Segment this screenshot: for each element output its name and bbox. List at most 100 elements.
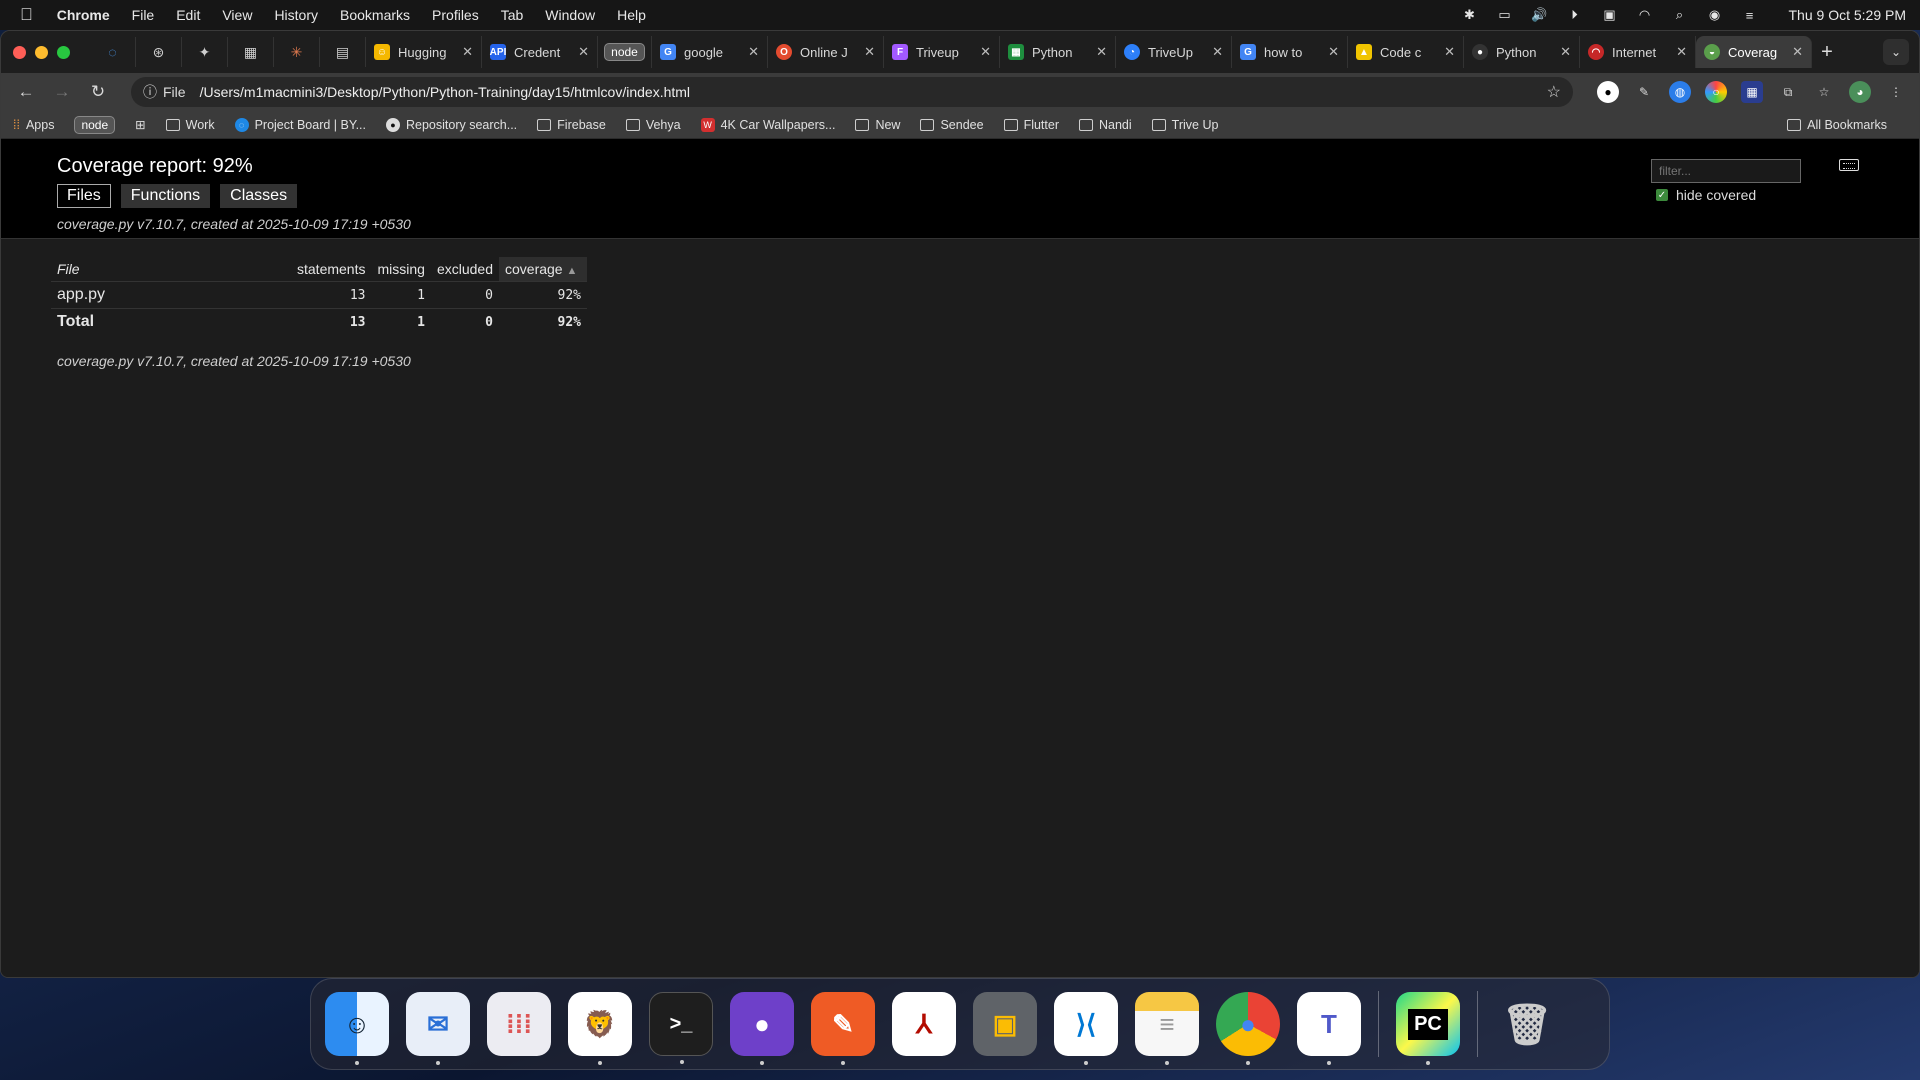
control-center-icon[interactable]: ≡ [1742, 7, 1758, 23]
col-excluded[interactable]: excluded [431, 257, 499, 282]
keyboard-shortcuts-icon[interactable] [1839, 159, 1859, 171]
tab-online-j[interactable]: O Online J ✕ [768, 36, 884, 68]
menu-bookmarks[interactable]: Bookmarks [340, 7, 410, 23]
col-coverage[interactable]: coverage ▲ [499, 257, 587, 282]
dock-thunderbird-icon[interactable]: ✉ [406, 992, 470, 1065]
pinned-tab-app-icon[interactable]: ▦ [228, 37, 274, 67]
bookmark-folder-work[interactable]: Work [165, 118, 215, 132]
pinned-tab-sync-icon[interactable]: ◌ [90, 37, 136, 67]
url-text[interactable]: /Users/m1macmini3/Desktop/Python/Python-… [200, 84, 690, 100]
clock[interactable]: Thu 9 Oct 5:29 PM [1789, 7, 1907, 23]
bookmark-apps[interactable]: ⁞⁞ Apps [13, 118, 54, 132]
tab-functions[interactable]: Functions [120, 184, 211, 208]
bookmark-folder-new[interactable]: New [855, 118, 900, 132]
file-link[interactable]: app.py [51, 281, 291, 309]
pinned-tab-sheets-icon[interactable]: ▤ [320, 37, 366, 67]
close-tab-icon[interactable]: ✕ [864, 44, 875, 60]
dock-meet-icon[interactable]: ▣ [973, 992, 1037, 1056]
filter-input[interactable] [1651, 159, 1801, 183]
col-missing[interactable]: missing [371, 257, 430, 282]
profile-avatar[interactable]: ◕ [1849, 81, 1871, 103]
close-tab-icon[interactable]: ✕ [980, 44, 991, 60]
bookmark-folder-firebase[interactable]: Firebase [537, 118, 606, 132]
tab-python-sheets[interactable]: ▦ Python ✕ [1000, 36, 1116, 68]
address-bar[interactable]: ⓘ File /Users/m1macmini3/Desktop/Python/… [131, 77, 1573, 107]
menu-profiles[interactable]: Profiles [432, 7, 479, 23]
close-tab-icon[interactable]: ✕ [578, 44, 589, 60]
close-tab-icon[interactable]: ✕ [1792, 44, 1803, 60]
tab-triveup[interactable]: ◔ TriveUp ✕ [1116, 36, 1232, 68]
input-source-icon[interactable]: ▭ [1497, 7, 1513, 23]
close-tab-icon[interactable]: ✕ [748, 44, 759, 60]
extension-eyedropper-icon[interactable]: ✎ [1633, 81, 1655, 103]
close-tab-icon[interactable]: ✕ [1328, 44, 1339, 60]
wifi-icon[interactable]: ◠ [1637, 7, 1653, 23]
tab-google[interactable]: G google ✕ [652, 36, 768, 68]
forward-button[interactable]: → [49, 82, 75, 102]
tab-code-c[interactable]: ▲ Code c ✕ [1348, 36, 1464, 68]
tab-node[interactable]: node [598, 36, 652, 68]
menu-file[interactable]: File [132, 7, 155, 23]
apple-menu-icon[interactable]:  [20, 5, 33, 25]
close-tab-icon[interactable]: ✕ [1212, 44, 1223, 60]
close-tab-icon[interactable]: ✕ [1560, 44, 1571, 60]
extension-globe-icon[interactable]: ◍ [1669, 81, 1691, 103]
close-tab-icon[interactable]: ✕ [1676, 44, 1687, 60]
menu-tab[interactable]: Tab [501, 7, 524, 23]
dock-acrobat-icon[interactable]: ⅄ [892, 992, 956, 1056]
all-bookmarks[interactable]: All Bookmarks [1787, 118, 1887, 132]
dock-pycharm-icon[interactable]: PC [1396, 992, 1460, 1065]
bookmark-project-board[interactable]: ◌ Project Board | BY... [234, 117, 366, 132]
hide-covered-toggle[interactable]: ✓ hide covered [1656, 187, 1756, 203]
col-file[interactable]: File [51, 257, 291, 282]
extension-color-icon[interactable]: ○ [1705, 81, 1727, 103]
bookmark-folder-trive-up[interactable]: Trive Up [1151, 118, 1218, 132]
dock-vscode-icon[interactable]: ⟩⟨ [1054, 992, 1118, 1065]
col-statements[interactable]: statements [291, 257, 371, 282]
tab-python-github[interactable]: ● Python ✕ [1464, 36, 1580, 68]
display-icon[interactable]: ▣ [1602, 7, 1618, 23]
tab-triveup-figma[interactable]: F Triveup ✕ [884, 36, 1000, 68]
tab-coverage[interactable]: ◒ Coverag ✕ [1696, 36, 1812, 68]
dock-teams-icon[interactable]: T [1297, 992, 1361, 1065]
dock-github-desktop-icon[interactable]: ● [730, 992, 794, 1065]
menu-history[interactable]: History [274, 7, 318, 23]
minimize-window-button[interactable] [35, 45, 48, 59]
close-tab-icon[interactable]: ✕ [462, 44, 473, 60]
extension-dark-mode-icon[interactable]: ● [1597, 81, 1619, 103]
bookmark-folder-flutter[interactable]: Flutter [1003, 118, 1059, 132]
spotlight-search-icon[interactable]: ⌕ [1672, 7, 1688, 23]
dock-trash-icon[interactable]: 🗑 [1495, 992, 1559, 1056]
tab-credent[interactable]: API Credent ✕ [482, 36, 598, 68]
tab-search-chevron-icon[interactable]: ⌄ [1883, 39, 1909, 65]
menu-view[interactable]: View [222, 7, 252, 23]
site-info[interactable]: ⓘ File [143, 82, 186, 102]
close-tab-icon[interactable]: ✕ [1444, 44, 1455, 60]
bookmark-repository-search[interactable]: ● Repository search... [386, 117, 517, 132]
siri-icon[interactable]: ◉ [1707, 7, 1723, 23]
bookmark-folder-sendee[interactable]: Sendee [920, 118, 984, 132]
menu-edit[interactable]: Edit [176, 7, 200, 23]
pinned-tab-openai-icon[interactable]: ⊛ [136, 37, 182, 67]
menu-app-name[interactable]: Chrome [57, 7, 110, 23]
table-row[interactable]: app.py 13 1 0 92% [51, 281, 587, 309]
dock-launchpad-icon[interactable]: ⁞⁞⁞ [487, 992, 551, 1056]
bookmark-folder-nandi[interactable]: Nandi [1079, 118, 1132, 132]
menu-window[interactable]: Window [545, 7, 595, 23]
bookmark-node[interactable]: node [74, 115, 116, 134]
tab-files[interactable]: Files [57, 184, 111, 208]
bluetooth-icon[interactable]: ✱ [1462, 7, 1478, 23]
tab-hugging[interactable]: ☺ Hugging ✕ [366, 36, 482, 68]
dock-notes-icon[interactable]: ≡ [1135, 992, 1199, 1065]
extension-grid-icon[interactable]: ▦ [1741, 81, 1763, 103]
bookmark-grid[interactable]: ⊞ [135, 117, 145, 132]
new-tab-button[interactable]: + [1812, 41, 1842, 64]
dock-finder-icon[interactable]: ☺ [325, 992, 389, 1065]
volume-icon[interactable]: 🔊 [1531, 7, 1547, 23]
checkbox-checked-icon[interactable]: ✓ [1656, 189, 1668, 201]
chrome-menu-icon[interactable]: ⋮ [1885, 81, 1907, 103]
bookmark-folder-vehya[interactable]: Vehya [625, 118, 681, 132]
zoom-window-button[interactable] [57, 45, 70, 59]
reload-button[interactable]: ↻ [85, 82, 111, 102]
close-tab-icon[interactable]: ✕ [1096, 44, 1107, 60]
